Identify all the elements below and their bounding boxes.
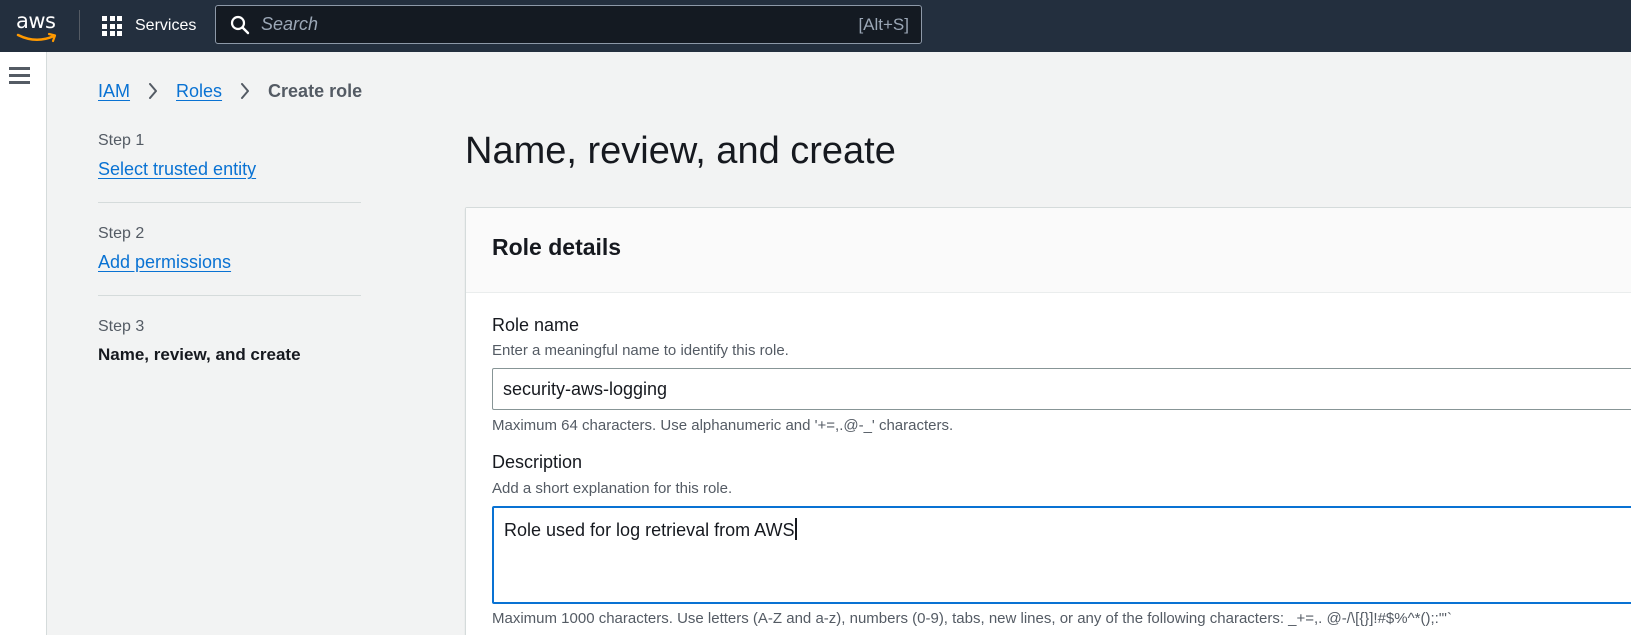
panel-header: Role details: [466, 208, 1631, 293]
role-name-description: Enter a meaningful name to identify this…: [492, 342, 789, 359]
step-current-title: Name, review, and create: [98, 345, 301, 364]
wizard-step-3: Step 3 Name, review, and create: [98, 318, 361, 387]
side-navigation-strip: [0, 52, 47, 635]
aws-logo-text: aws: [16, 9, 56, 33]
breadcrumb-current: Create role: [268, 80, 363, 101]
step-link-add-permissions[interactable]: Add permissions: [98, 252, 231, 273]
aws-logo[interactable]: aws: [16, 9, 60, 43]
description-label: Description: [492, 452, 583, 472]
search-input[interactable]: [261, 6, 821, 43]
menu-toggle-icon[interactable]: [9, 67, 30, 85]
step-number-label: Step 3: [98, 318, 145, 335]
nav-divider: [79, 10, 80, 40]
description-constraint: Maximum 1000 characters. Use letters (A-…: [492, 610, 1452, 627]
description-help-text: Add a short explanation for this role.: [492, 480, 733, 497]
wizard-steps: Step 1 Select trusted entity Step 2 Add …: [98, 132, 361, 409]
wizard-step-2: Step 2 Add permissions: [98, 225, 361, 296]
panel-title: Role details: [492, 234, 622, 260]
step-number-label: Step 2: [98, 225, 145, 242]
chevron-right-icon: [149, 83, 158, 99]
chevron-right-icon: [241, 83, 250, 99]
services-menu-button[interactable]: Services: [102, 13, 196, 39]
role-name-constraint: Maximum 64 characters. Use alphanumeric …: [492, 417, 954, 434]
top-navigation-bar: aws Services [Alt+S]: [0, 0, 1631, 52]
wizard-step-1: Step 1 Select trusted entity: [98, 132, 361, 203]
text-cursor: [795, 518, 797, 540]
aws-smile-icon: [16, 32, 57, 43]
step-number-label: Step 1: [98, 132, 145, 149]
services-label: Services: [135, 17, 197, 34]
search-icon: [230, 15, 250, 35]
step-link-select-trusted-entity[interactable]: Select trusted entity: [98, 159, 256, 180]
breadcrumb-link-iam[interactable]: IAM: [98, 81, 130, 102]
description-value: Role used for log retrieval from AWS: [504, 520, 795, 540]
global-search-box[interactable]: [Alt+S]: [215, 5, 922, 44]
role-name-label: Role name: [492, 315, 580, 335]
services-grid-icon: [102, 16, 122, 36]
breadcrumb-link-roles[interactable]: Roles: [176, 81, 222, 102]
role-name-input[interactable]: security-aws-logging: [492, 368, 1631, 410]
search-shortcut-hint: [Alt+S]: [858, 15, 909, 34]
role-details-panel: Role details Role name Enter a meaningfu…: [465, 207, 1631, 635]
description-textarea[interactable]: Role used for log retrieval from AWS: [492, 506, 1631, 604]
page-title: Name, review, and create: [465, 130, 896, 172]
breadcrumb: IAM Roles Create role: [98, 78, 362, 104]
